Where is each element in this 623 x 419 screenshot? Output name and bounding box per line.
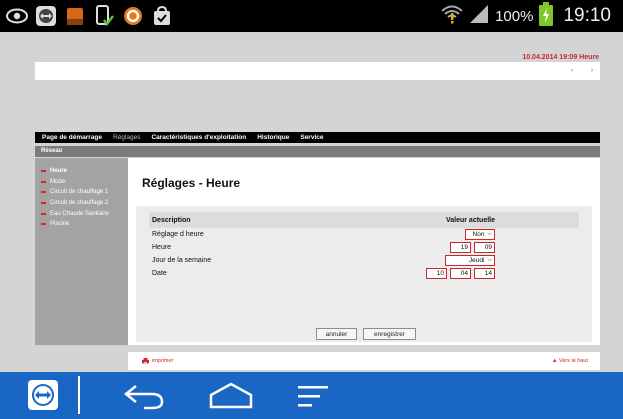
sidebar-item-piscine[interactable]: Piscine: [35, 219, 128, 230]
row-label: Date: [152, 270, 167, 277]
sidebar-item-label: Eau Chaude Sanitaire: [50, 210, 109, 217]
sidebar-item-label: Piscine: [50, 221, 70, 228]
sidebar-item-heure[interactable]: Heure: [35, 166, 128, 177]
breadcrumb: Réseau: [35, 146, 600, 157]
bullet-marker: [41, 212, 46, 215]
day-input[interactable]: 10: [426, 268, 447, 279]
arrow-up-icon: ▲: [551, 358, 558, 364]
arrow-left-link[interactable]: ›: [571, 68, 573, 74]
table-header: Description Valeur actuelle: [149, 212, 579, 228]
print-link[interactable]: imprimer: [142, 358, 173, 364]
bullet-marker: [41, 223, 46, 226]
nav-item-home[interactable]: Page de démarrage: [42, 134, 102, 141]
year-input[interactable]: 14: [474, 268, 495, 279]
time-setting-select[interactable]: Non ⌵: [465, 229, 495, 240]
chevron-down-icon: ⌵: [487, 231, 492, 237]
sidebar-item-eau-chaude[interactable]: Eau Chaude Sanitaire: [35, 208, 128, 219]
save-button[interactable]: enregistrer: [363, 328, 416, 340]
sidebar: Heure Mode Circuit de chauffage 1 Circui…: [35, 158, 128, 345]
select-value: Jeudi: [468, 257, 485, 264]
header-arrows: › ›: [571, 68, 593, 74]
weekday-select[interactable]: Jeudi ⌵: [445, 255, 495, 266]
battery-percent: 100%: [495, 7, 534, 25]
bullet-marker: [41, 202, 46, 205]
nav-item-operating-characteristics[interactable]: Caractéristiques d'exploitation: [151, 134, 246, 141]
page-title: Réglages - Heure: [142, 176, 241, 190]
sidebar-item-circuit-2[interactable]: Circuit de chauffage 2: [35, 198, 128, 209]
row-label: Jour de la semaine: [152, 257, 212, 264]
settings-table: Description Valeur actuelle Réglage d he…: [149, 212, 579, 280]
table-row: Heure 19 09: [149, 241, 579, 254]
teamviewer-icon[interactable]: [28, 380, 58, 410]
table-row: Réglage d heure Non ⌵: [149, 228, 579, 241]
header-datetime: 10.04.2014 19:09 Heure: [522, 54, 599, 61]
sidebar-item-circuit-1[interactable]: Circuit de chauffage 1: [35, 187, 128, 198]
header-bar: [35, 62, 600, 80]
wifi-warning-icon: [441, 4, 463, 29]
month-input[interactable]: 04: [450, 268, 471, 279]
bullet-marker: [41, 191, 46, 194]
bullet-marker: [41, 170, 46, 173]
back-icon[interactable]: [122, 381, 166, 411]
column-header-description: Description: [152, 216, 191, 224]
menu-icon[interactable]: [296, 381, 330, 411]
eye-icon: [6, 5, 28, 27]
sidebar-item-label: Circuit de chauffage 1: [50, 189, 109, 196]
battery-charging-icon: [539, 1, 554, 31]
row-label: Réglage d heure: [152, 231, 204, 238]
table-row: Jour de la semaine Jeudi ⌵: [149, 254, 579, 267]
back-to-top-label: Vers le haut: [558, 358, 588, 364]
nav-item-service[interactable]: Service: [300, 134, 323, 141]
main-nav: Page de démarrage Réglages Caractéristiq…: [35, 132, 600, 143]
signal-icon: [469, 4, 489, 29]
nav-divider: [78, 376, 80, 414]
teamviewer-icon: [35, 5, 57, 27]
nav-item-settings[interactable]: Réglages: [113, 134, 140, 141]
settings-panel: Description Valeur actuelle Réglage d he…: [136, 206, 592, 342]
select-value: Non: [472, 231, 485, 238]
printer-icon: [142, 358, 149, 364]
back-to-top-link[interactable]: ▲ Vers le haut: [552, 358, 588, 364]
cancel-button[interactable]: annuler: [316, 328, 357, 340]
app-orange-icon: [64, 5, 86, 27]
page-footer: imprimer ▲ Vers le haut: [128, 352, 600, 370]
avast-icon: [122, 5, 144, 27]
table-row: Date 10 04 14: [149, 267, 579, 280]
column-header-value: Valeur actuelle: [445, 216, 495, 224]
home-icon[interactable]: [208, 381, 254, 411]
main-content: Réglages - Heure Description Valeur actu…: [128, 158, 600, 345]
row-label: Heure: [152, 244, 172, 251]
nav-item-history[interactable]: Historique: [257, 134, 289, 141]
clock: 19:10: [563, 5, 611, 26]
minutes-input[interactable]: 09: [474, 242, 495, 253]
bullet-marker: [41, 180, 46, 183]
hours-input[interactable]: 19: [450, 242, 471, 253]
android-nav-bar: [0, 372, 623, 419]
status-bar: 100% 19:10: [0, 0, 623, 32]
sidebar-item-label: Circuit de chauffage 2: [50, 200, 109, 207]
phone-check-icon: [93, 5, 115, 27]
sidebar-item-label: Mode: [50, 178, 66, 185]
sidebar-item-mode[interactable]: Mode: [35, 177, 128, 188]
print-label: imprimer: [152, 358, 174, 364]
web-page: 10.04.2014 19:09 Heure › › Page de démar…: [0, 32, 623, 372]
chevron-down-icon: ⌵: [487, 257, 492, 263]
sidebar-item-label: Heure: [50, 168, 68, 175]
arrow-right-link[interactable]: ›: [591, 68, 593, 74]
bag-check-icon: [151, 5, 173, 27]
